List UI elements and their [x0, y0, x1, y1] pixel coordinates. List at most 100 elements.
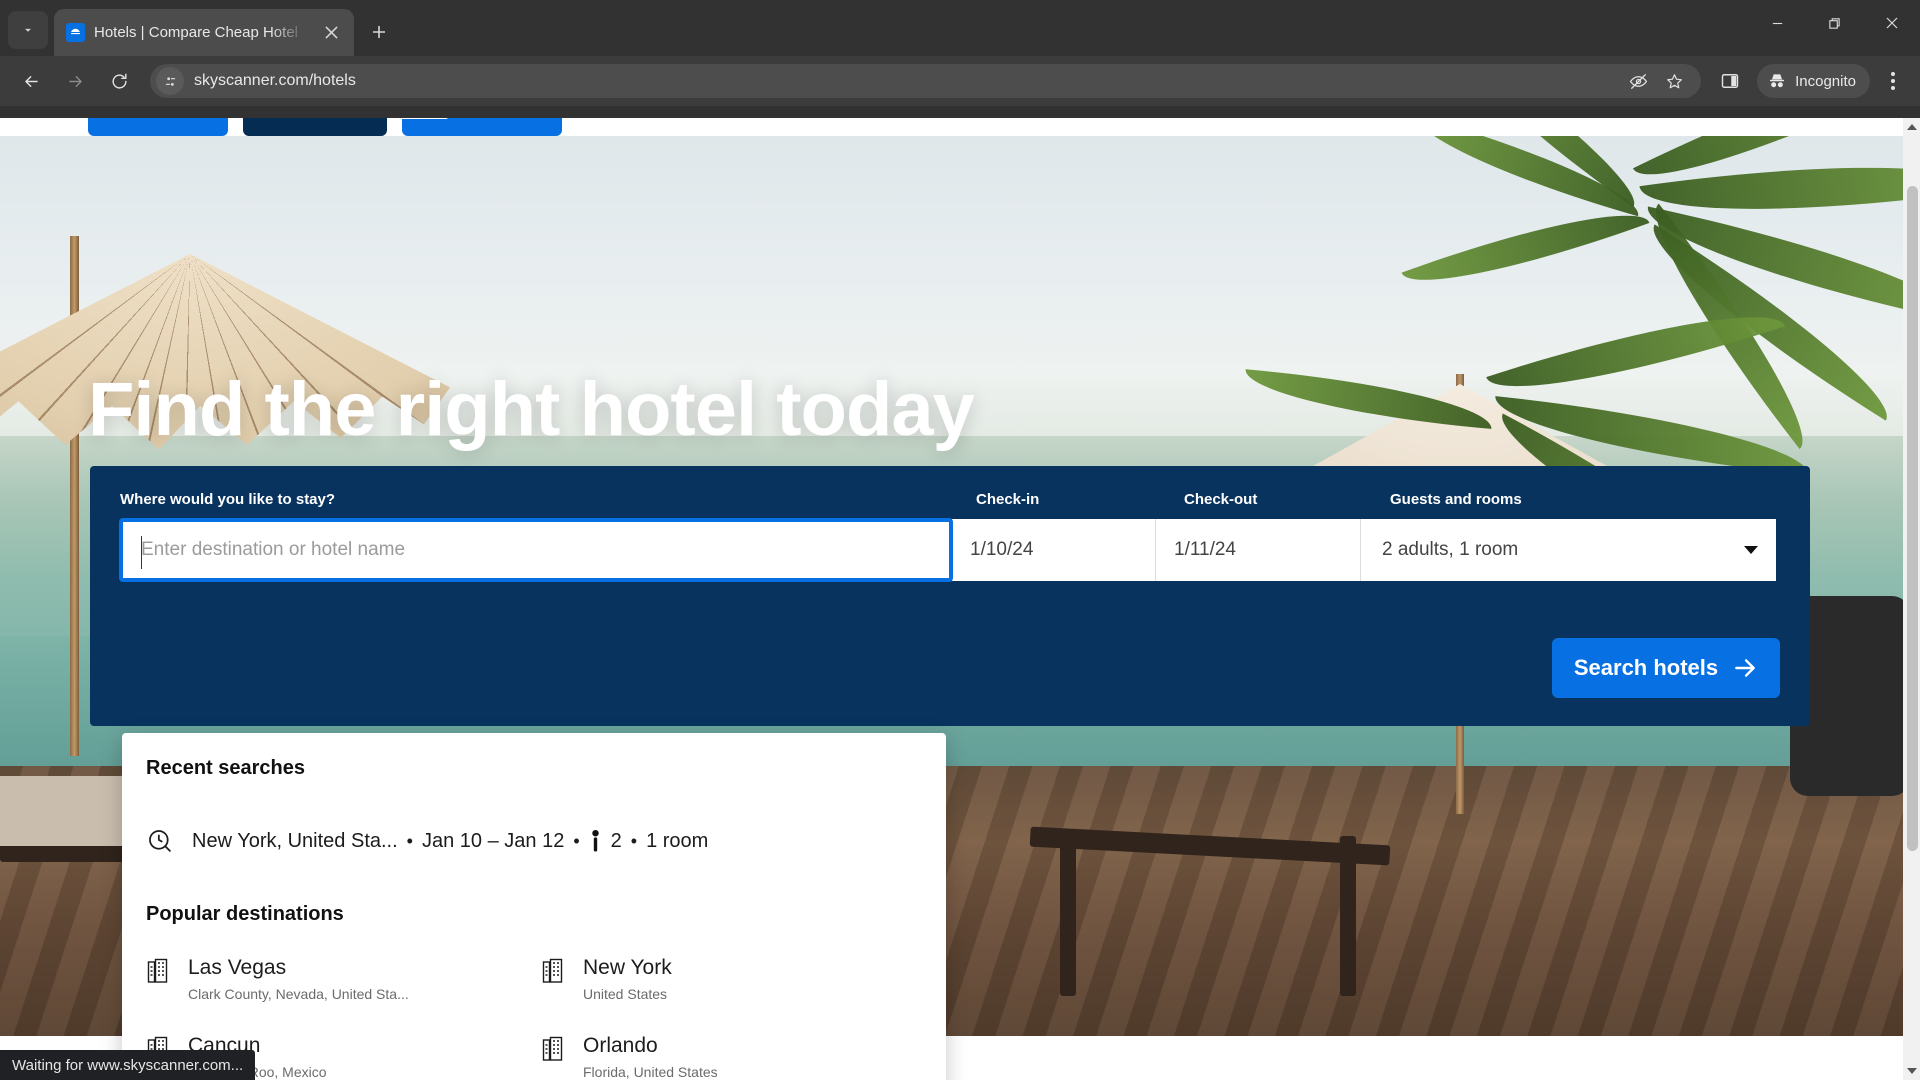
omnibox-actions — [1623, 66, 1689, 96]
recent-guest-count: 2 — [610, 829, 622, 852]
minimize-button[interactable] — [1749, 0, 1806, 46]
search-hotels-button[interactable]: Search hotels — [1552, 638, 1780, 698]
recent-place: New York, United Sta... — [192, 829, 398, 852]
building-icon — [542, 1036, 563, 1061]
destination-sub: Clark County, Nevada, United Sta... — [188, 986, 409, 1003]
destination-name: Orlando — [583, 1034, 658, 1057]
eye-slash-icon — [1629, 73, 1647, 89]
minimize-icon — [1772, 22, 1783, 24]
separator: • — [406, 830, 413, 851]
forward-button[interactable] — [54, 60, 96, 102]
toolbar-right-actions: Incognito — [1711, 62, 1910, 100]
lounger-leg — [1340, 836, 1356, 996]
vertical-scrollbar[interactable] — [1903, 118, 1920, 1080]
checkin-value: 1/10/24 — [970, 539, 1034, 560]
close-icon — [324, 26, 338, 39]
site-info-button[interactable] — [156, 67, 184, 95]
site-nav-item-hotels[interactable] — [243, 118, 387, 136]
browser-toolbar: skyscanner.com/hotels Incognito — [0, 56, 1920, 106]
browser-tab[interactable]: Hotels | Compare Cheap Hotel — [54, 9, 354, 56]
incognito-indicator[interactable]: Incognito — [1757, 64, 1870, 98]
skyscanner-logo-icon — [66, 23, 85, 42]
checkout-input[interactable]: 1/11/24 — [1156, 519, 1361, 581]
guests-and-rooms-select[interactable]: 2 adults, 1 room — [1361, 519, 1776, 581]
search-fields-row: Enter destination or hotel name 1/10/24 … — [120, 519, 1780, 581]
reload-button[interactable] — [98, 60, 140, 102]
recent-room-count: 1 room — [646, 829, 709, 852]
url-text: skyscanner.com/hotels — [194, 72, 356, 89]
popular-destinations-grid: Las Vegas Clark County, Nevada, United S… — [146, 949, 936, 1080]
back-arrow-icon — [24, 75, 38, 87]
person-icon — [591, 830, 599, 852]
page-title: Find the right hotel today — [88, 367, 975, 452]
tracking-protection-button[interactable] — [1623, 66, 1653, 96]
text-caret — [141, 536, 142, 569]
popular-destinations-heading: Popular destinations — [146, 903, 344, 925]
recent-dates: Jan 10 – Jan 12 — [421, 829, 565, 852]
recent-searches-heading: Recent searches — [146, 757, 305, 779]
arrow-right-icon — [1735, 659, 1755, 677]
destination-label: Where would you like to stay? — [120, 491, 336, 508]
destination-option[interactable]: Orlando Florida, United States — [541, 1027, 936, 1080]
destination-sub: United States — [583, 986, 668, 1003]
site-nav-item-flights[interactable] — [88, 118, 228, 136]
new-tab-button[interactable] — [362, 15, 396, 49]
building-icon — [542, 958, 563, 983]
building-icon — [147, 958, 168, 983]
checkout-value: 1/11/24 — [1174, 539, 1236, 560]
tab-strip: Hotels | Compare Cheap Hotel — [0, 0, 1920, 56]
guests-value: 2 adults, 1 room — [1382, 539, 1519, 560]
destination-option[interactable]: Las Vegas Clark County, Nevada, United S… — [146, 949, 541, 1027]
forward-arrow-icon — [68, 75, 82, 87]
address-bar[interactable]: skyscanner.com/hotels — [150, 64, 1702, 98]
three-dot-menu-icon — [1891, 72, 1895, 76]
scroll-down-arrow-icon[interactable] — [1907, 1068, 1917, 1074]
side-panel-icon — [1721, 74, 1739, 88]
maximize-button[interactable] — [1806, 0, 1863, 46]
hotel-search-panel: Where would you like to stay? Check-in C… — [90, 466, 1810, 726]
page-viewport: Find the right hotel today Where would y… — [0, 118, 1920, 1080]
recent-search-text: New York, United Sta... • Jan 10 – Jan 1… — [192, 830, 708, 853]
tune-site-settings-icon — [165, 76, 175, 86]
site-nav — [0, 118, 1920, 136]
chevron-down-icon — [25, 28, 31, 32]
plus-icon — [373, 26, 385, 38]
scrollbar-thumb[interactable] — [1907, 186, 1918, 851]
star-icon — [1666, 73, 1682, 88]
recent-search-item[interactable]: New York, United Sta... • Jan 10 – Jan 1… — [146, 815, 922, 867]
destination-suggestions-dropdown: Recent searches New York, United Sta... … — [122, 733, 946, 1080]
tab-search-button[interactable] — [8, 11, 48, 49]
destination-input[interactable]: Enter destination or hotel name — [120, 519, 952, 581]
checkin-label: Check-in — [976, 491, 1040, 508]
dropdown-arrow — [400, 118, 448, 119]
guests-label: Guests and rooms — [1390, 491, 1522, 508]
destination-option[interactable]: New York United States — [541, 949, 936, 1027]
close-window-button[interactable] — [1863, 0, 1920, 46]
checkin-input[interactable]: 1/10/24 — [952, 519, 1156, 581]
destination-placeholder: Enter destination or hotel name — [141, 539, 406, 560]
destination-name: New York — [583, 956, 672, 979]
incognito-hat-icon — [1770, 74, 1785, 88]
tab-close-button[interactable] — [318, 20, 344, 46]
tab-title: Hotels | Compare Cheap Hotel — [94, 24, 298, 41]
search-hotels-label: Search hotels — [1573, 655, 1719, 680]
back-button[interactable] — [10, 60, 52, 102]
scroll-up-arrow-icon[interactable] — [1907, 124, 1917, 130]
bookmark-button[interactable] — [1659, 66, 1689, 96]
window-controls — [1749, 0, 1920, 46]
side-panel-button[interactable] — [1711, 62, 1749, 100]
browser-window: Hotels | Compare Cheap Hotel skyscanner.… — [0, 0, 1920, 1080]
browser-menu-button[interactable] — [1876, 62, 1910, 100]
separator: • — [630, 830, 638, 851]
reload-icon — [111, 73, 127, 89]
separator: • — [573, 830, 580, 851]
destination-name: Las Vegas — [188, 956, 287, 979]
site-nav-item-car-hire[interactable] — [402, 118, 562, 136]
restore-icon — [1829, 17, 1840, 29]
lounger-leg — [1060, 836, 1076, 996]
search-field-labels: Where would you like to stay? Check-in C… — [120, 491, 1780, 511]
incognito-label: Incognito — [1795, 72, 1856, 90]
clock-history-icon — [149, 830, 171, 852]
chevron-down-icon — [1744, 546, 1758, 554]
checkout-label: Check-out — [1184, 491, 1258, 508]
